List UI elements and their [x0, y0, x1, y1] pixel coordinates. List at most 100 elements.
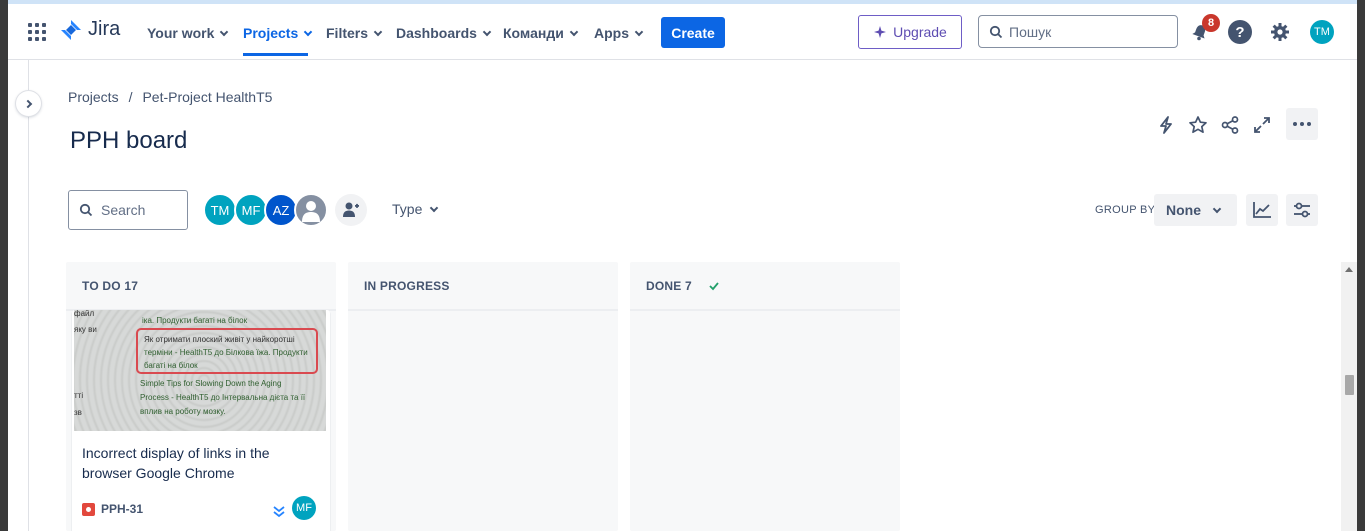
- nav-projects-active-indicator: [243, 53, 308, 56]
- checkmark-icon: [709, 282, 719, 291]
- sidebar-edge: [28, 60, 29, 531]
- vertical-scrollbar[interactable]: [1341, 262, 1357, 531]
- column-divider: [630, 309, 900, 311]
- avatar-filter-tm[interactable]: TM: [203, 193, 237, 227]
- automation-lightning-icon[interactable]: [1154, 113, 1178, 137]
- chevron-right-icon: [23, 99, 32, 108]
- nav-apps[interactable]: Apps: [594, 22, 644, 44]
- chevron-down-icon: [482, 27, 492, 36]
- nav-projects[interactable]: Projects: [243, 22, 313, 44]
- nav-projects-label: Projects: [243, 25, 299, 41]
- question-mark-glyph: ?: [1235, 23, 1245, 41]
- image-text: іка. Продукти багаті на білок: [142, 316, 248, 325]
- nav-filters[interactable]: Filters: [326, 22, 383, 44]
- global-search-placeholder: Пошук: [1009, 23, 1052, 40]
- nav-teams-label: Команди: [503, 25, 564, 41]
- jira-window: Jira Your work Projects Filters Dashboar…: [8, 0, 1357, 531]
- dot-icon: [1300, 122, 1304, 126]
- settings-gear-icon[interactable]: [1268, 20, 1292, 44]
- search-icon: [79, 203, 93, 217]
- type-filter-dropdown[interactable]: Type: [392, 201, 439, 217]
- scroll-up-arrow-icon[interactable]: [1345, 267, 1353, 272]
- issue-key[interactable]: PPH-31: [82, 502, 143, 516]
- sliders-icon: [1294, 202, 1310, 218]
- column-header[interactable]: TO DO 17: [66, 262, 336, 310]
- bug-icon: [82, 502, 95, 516]
- group-by-value: None: [1166, 202, 1201, 218]
- app-switcher-icon[interactable]: [28, 23, 46, 41]
- type-filter-label: Type: [392, 201, 423, 217]
- page-title: PPH board: [70, 127, 188, 154]
- nav-your-work-label: Your work: [147, 25, 215, 41]
- issue-card-title: Incorrect display of links in the browse…: [82, 445, 270, 481]
- column-header[interactable]: IN PROGRESS: [348, 262, 618, 310]
- breadcrumb-projects[interactable]: Projects: [68, 89, 119, 105]
- image-text: яку ви: [74, 325, 97, 334]
- group-by-select[interactable]: None: [1154, 194, 1237, 226]
- share-icon[interactable]: [1218, 113, 1242, 137]
- more-actions-button[interactable]: [1286, 108, 1318, 140]
- avatar-filter-az[interactable]: AZ: [264, 193, 298, 227]
- column-to-do: TO DO 17 файл яку ви тті зв іка. Продукт…: [66, 262, 336, 531]
- column-divider: [348, 309, 618, 311]
- column-title: DONE 7: [646, 279, 692, 293]
- chevron-down-icon: [569, 27, 579, 36]
- nav-dashboards[interactable]: Dashboards: [396, 22, 492, 44]
- column-title: IN PROGRESS: [364, 279, 450, 293]
- scrollbar-thumb[interactable]: [1345, 375, 1354, 395]
- column-in-progress: IN PROGRESS: [348, 262, 618, 531]
- image-text: тті: [74, 391, 84, 400]
- nav-apps-label: Apps: [594, 25, 629, 41]
- column-title: TO DO 17: [82, 279, 139, 293]
- top-navigation: Jira Your work Projects Filters Dashboar…: [8, 4, 1357, 60]
- breadcrumb-project[interactable]: Pet-Project HealthT5: [142, 89, 272, 105]
- chevron-down-icon: [1212, 204, 1222, 213]
- issue-card[interactable]: файл яку ви тті зв іка. Продукти багаті …: [72, 310, 330, 531]
- card-cover-image: файл яку ви тті зв іка. Продукти багаті …: [74, 310, 326, 431]
- column-done: DONE 7: [630, 262, 900, 531]
- board-search-input[interactable]: Search: [68, 190, 188, 230]
- chevron-down-icon: [634, 27, 644, 36]
- breadcrumb-separator: /: [128, 89, 133, 105]
- dot-icon: [1307, 122, 1311, 126]
- jira-logo[interactable]: Jira: [60, 18, 120, 41]
- add-people-button[interactable]: [335, 194, 367, 226]
- breadcrumb: Projects / Pet-Project HealthT5: [68, 89, 272, 105]
- column-header[interactable]: DONE 7: [630, 262, 900, 310]
- insights-button[interactable]: [1246, 194, 1278, 226]
- chevron-down-icon: [220, 27, 229, 36]
- create-button[interactable]: Create: [661, 17, 725, 48]
- user-avatar[interactable]: TM: [1310, 20, 1334, 44]
- person-icon: [302, 201, 320, 222]
- assignee-avatar[interactable]: MF: [292, 496, 316, 520]
- view-settings-button[interactable]: [1286, 194, 1318, 226]
- star-icon[interactable]: [1186, 113, 1210, 137]
- image-text: вплив на роботу мозку.: [140, 407, 226, 416]
- image-text: Process - HealthT5 до Інтервальна дієта …: [140, 393, 306, 402]
- image-text: Simple Tips for Slowing Down the Aging: [140, 379, 282, 388]
- add-person-icon: [343, 202, 359, 217]
- chevron-down-icon: [373, 27, 383, 36]
- jira-logo-text: Jira: [88, 18, 121, 40]
- chevron-down-icon: [430, 203, 439, 212]
- avatar-filter-mf[interactable]: MF: [234, 193, 268, 227]
- help-icon[interactable]: ?: [1228, 20, 1252, 44]
- search-icon: [989, 25, 1003, 38]
- expand-sidebar-button[interactable]: [16, 91, 41, 116]
- chevron-down-icon: [304, 27, 313, 36]
- upgrade-label: Upgrade: [893, 24, 947, 40]
- notifications-badge: 8: [1202, 14, 1220, 32]
- nav-teams[interactable]: Команди: [503, 22, 579, 44]
- global-search-input[interactable]: Пошук: [978, 15, 1178, 48]
- fullscreen-icon[interactable]: [1250, 113, 1274, 137]
- dot-icon: [1293, 122, 1297, 126]
- upgrade-button[interactable]: Upgrade: [858, 15, 962, 49]
- sparkle-icon: [874, 26, 887, 38]
- avatar-filter-unassigned[interactable]: [294, 193, 328, 227]
- board-search-placeholder: Search: [101, 202, 146, 218]
- group-by-label: GROUP BY: [1095, 204, 1156, 216]
- gear-icon: [1271, 23, 1289, 41]
- jira-logo-icon: [61, 19, 81, 40]
- image-text: файл: [74, 310, 95, 318]
- nav-your-work[interactable]: Your work: [147, 22, 229, 44]
